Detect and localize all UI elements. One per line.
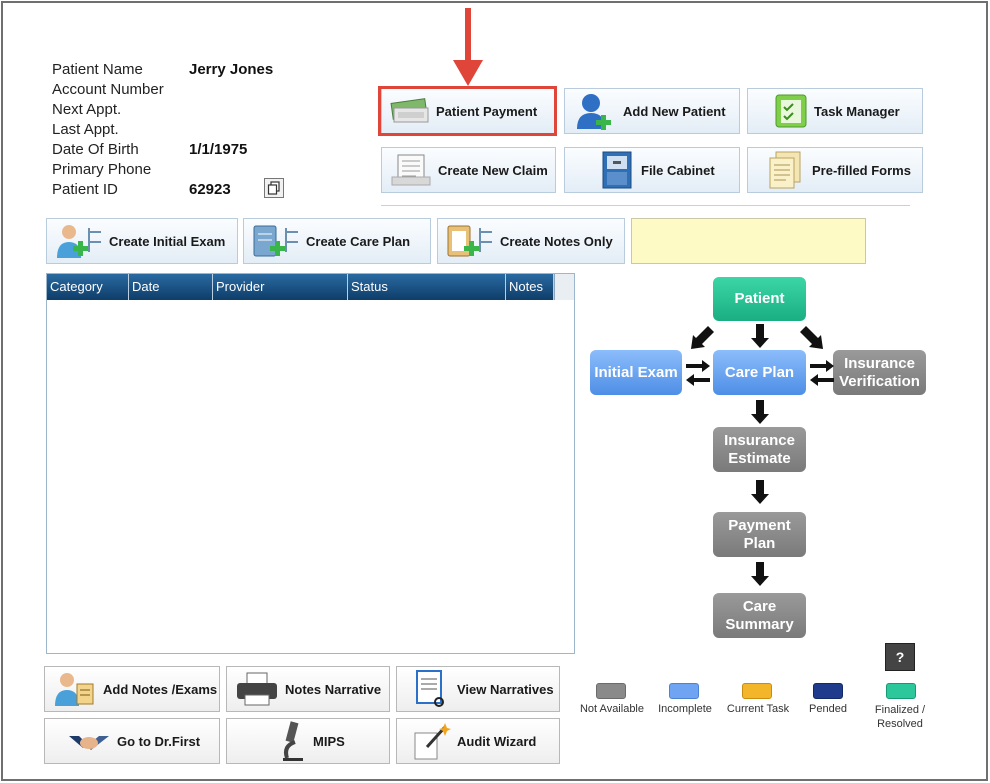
create-initial-exam-button[interactable]: Create Initial Exam: [46, 218, 238, 264]
clipboard-check-icon: [774, 93, 808, 129]
patient-name-value: Jerry Jones: [189, 61, 274, 78]
header-spacer: [554, 274, 574, 300]
file-cabinet-button[interactable]: File Cabinet: [564, 147, 740, 193]
legend-label-not-available: Not Available: [579, 703, 644, 715]
view-narratives-label: View Narratives: [457, 681, 554, 697]
last-appt-label: Last Appt.: [52, 121, 119, 138]
help-button[interactable]: ?: [885, 643, 915, 671]
note-field[interactable]: [631, 218, 866, 264]
column-header[interactable]: Category: [47, 274, 129, 300]
add-user-icon: [573, 91, 617, 131]
legend-label-line: Finalized /: [874, 704, 926, 716]
legend-label-line: Resolved: [877, 718, 923, 730]
forms-stack-icon: [766, 150, 806, 190]
next-appt-label: Next Appt.: [52, 101, 122, 118]
notes-add-icon: [446, 222, 494, 260]
claim-form-icon: [390, 153, 432, 187]
document-view-icon: [411, 669, 451, 709]
add-new-patient-button[interactable]: Add New Patient: [564, 88, 740, 134]
task-manager-button[interactable]: Task Manager: [747, 88, 923, 134]
notes-narrative-label: Notes Narrative: [285, 681, 382, 697]
mips-label: MIPS: [313, 733, 345, 749]
patient-info-panel: Patient Name Jerry Jones Account Number N…: [52, 60, 273, 200]
prefilled-forms-label: Pre-filled Forms: [812, 162, 911, 178]
doctor-add-icon: [55, 222, 103, 260]
add-notes-exams-button[interactable]: Add Notes /Exams: [44, 666, 220, 712]
mips-button[interactable]: MIPS: [226, 718, 390, 764]
legend-swatch-current-task: [742, 683, 772, 699]
workflow-patient[interactable]: Patient: [713, 277, 806, 321]
doctor-notes-icon: [53, 670, 97, 708]
red-down-arrow-icon: [453, 8, 483, 86]
create-notes-only-button[interactable]: Create Notes Only: [437, 218, 625, 264]
handshake-icon: [67, 728, 111, 754]
flow-arrows-icon: [686, 324, 834, 586]
create-new-claim-button[interactable]: Create New Claim: [381, 147, 556, 193]
view-narratives-button[interactable]: View Narratives: [396, 666, 560, 712]
patient-payment-highlight: [378, 86, 557, 136]
go-to-drfirst-label: Go to Dr.First: [117, 733, 201, 749]
patient-name-label: Patient Name: [52, 61, 143, 78]
create-care-plan-label: Create Care Plan: [306, 233, 411, 249]
notes-narrative-button[interactable]: Notes Narrative: [226, 666, 390, 712]
column-header[interactable]: Status: [348, 274, 506, 300]
microscope-icon: [277, 720, 307, 762]
printer-icon: [235, 671, 279, 707]
go-to-drfirst-button[interactable]: Go to Dr.First: [44, 718, 220, 764]
legend-swatch-incomplete: [669, 683, 699, 699]
legend-label-current-task: Current Task: [726, 703, 790, 715]
primary-phone-label: Primary Phone: [52, 161, 152, 178]
legend-swatch-finalized: [886, 683, 916, 699]
legend-swatch-not-available: [596, 683, 626, 699]
audit-wizard-button[interactable]: Audit Wizard: [396, 718, 560, 764]
column-header[interactable]: Date: [129, 274, 213, 300]
legend-swatch-pended: [813, 683, 843, 699]
column-header[interactable]: Provider: [213, 274, 348, 300]
copy-icon: [267, 181, 280, 195]
file-cabinet-icon: [599, 150, 635, 190]
dob-label: Date Of Birth: [52, 141, 139, 158]
exams-table[interactable]: Category Date Provider Status Notes: [46, 273, 575, 654]
copy-id-button[interactable]: [264, 178, 284, 198]
task-manager-label: Task Manager: [814, 103, 900, 119]
account-number-label: Account Number: [52, 81, 164, 98]
file-cabinet-label: File Cabinet: [641, 162, 715, 178]
care-plan-icon: [252, 222, 300, 260]
legend-label-pended: Pended: [809, 703, 847, 715]
patient-id-label: Patient ID: [52, 181, 118, 198]
legend-label-incomplete: Incomplete: [658, 703, 712, 715]
divider: [381, 205, 910, 206]
create-care-plan-button[interactable]: Create Care Plan: [243, 218, 431, 264]
table-header: Category Date Provider Status Notes: [47, 274, 574, 300]
add-notes-exams-label: Add Notes /Exams: [103, 681, 218, 697]
audit-wizard-label: Audit Wizard: [457, 733, 537, 749]
legend-label-finalized: Finalized / Resolved: [865, 703, 935, 731]
create-notes-only-label: Create Notes Only: [500, 233, 613, 249]
create-initial-exam-label: Create Initial Exam: [109, 233, 226, 249]
prefilled-forms-button[interactable]: Pre-filled Forms: [747, 147, 923, 193]
dob-value: 1/1/1975: [189, 141, 248, 158]
add-new-patient-label: Add New Patient: [623, 103, 726, 119]
magic-wand-icon: [411, 721, 451, 761]
create-new-claim-label: Create New Claim: [438, 162, 548, 178]
column-header[interactable]: Notes: [506, 274, 554, 300]
patient-id-value: 62923: [189, 181, 231, 198]
